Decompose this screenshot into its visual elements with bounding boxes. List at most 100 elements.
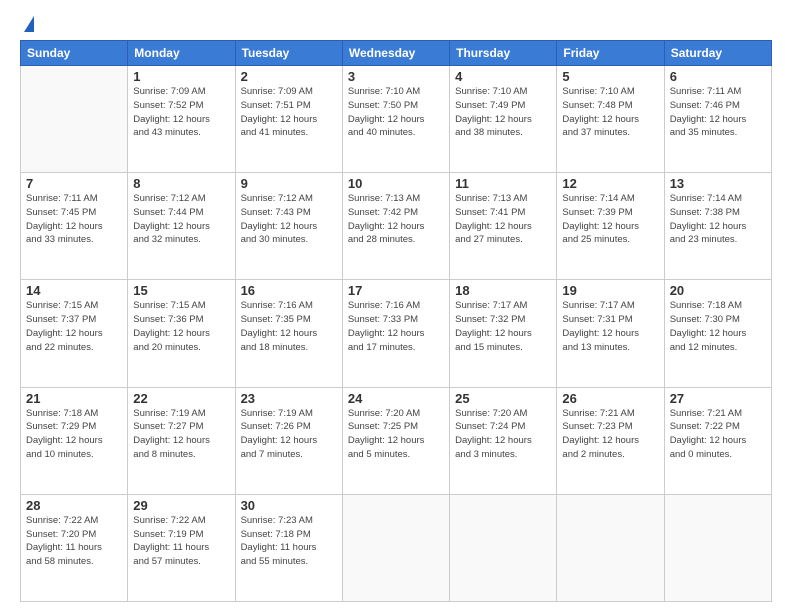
calendar-cell: 19Sunrise: 7:17 AM Sunset: 7:31 PM Dayli… xyxy=(557,280,664,387)
day-info: Sunrise: 7:17 AM Sunset: 7:31 PM Dayligh… xyxy=(562,299,658,354)
day-number: 12 xyxy=(562,176,658,191)
day-info: Sunrise: 7:10 AM Sunset: 7:49 PM Dayligh… xyxy=(455,85,551,140)
calendar-cell: 15Sunrise: 7:15 AM Sunset: 7:36 PM Dayli… xyxy=(128,280,235,387)
calendar-cell: 16Sunrise: 7:16 AM Sunset: 7:35 PM Dayli… xyxy=(235,280,342,387)
day-info: Sunrise: 7:19 AM Sunset: 7:26 PM Dayligh… xyxy=(241,407,337,462)
calendar-week-row: 7Sunrise: 7:11 AM Sunset: 7:45 PM Daylig… xyxy=(21,173,772,280)
weekday-header-friday: Friday xyxy=(557,41,664,66)
day-number: 14 xyxy=(26,283,122,298)
day-number: 3 xyxy=(348,69,444,84)
calendar-cell: 3Sunrise: 7:10 AM Sunset: 7:50 PM Daylig… xyxy=(342,66,449,173)
day-info: Sunrise: 7:12 AM Sunset: 7:44 PM Dayligh… xyxy=(133,192,229,247)
day-info: Sunrise: 7:15 AM Sunset: 7:37 PM Dayligh… xyxy=(26,299,122,354)
calendar-cell: 30Sunrise: 7:23 AM Sunset: 7:18 PM Dayli… xyxy=(235,494,342,601)
day-number: 28 xyxy=(26,498,122,513)
day-info: Sunrise: 7:14 AM Sunset: 7:38 PM Dayligh… xyxy=(670,192,766,247)
day-number: 24 xyxy=(348,391,444,406)
calendar-cell: 6Sunrise: 7:11 AM Sunset: 7:46 PM Daylig… xyxy=(664,66,771,173)
calendar-cell: 9Sunrise: 7:12 AM Sunset: 7:43 PM Daylig… xyxy=(235,173,342,280)
day-info: Sunrise: 7:20 AM Sunset: 7:25 PM Dayligh… xyxy=(348,407,444,462)
day-number: 4 xyxy=(455,69,551,84)
day-info: Sunrise: 7:18 AM Sunset: 7:29 PM Dayligh… xyxy=(26,407,122,462)
calendar-cell xyxy=(664,494,771,601)
calendar-cell: 28Sunrise: 7:22 AM Sunset: 7:20 PM Dayli… xyxy=(21,494,128,601)
logo-triangle-icon xyxy=(24,16,34,32)
logo-row1 xyxy=(20,18,34,32)
day-number: 18 xyxy=(455,283,551,298)
page: SundayMondayTuesdayWednesdayThursdayFrid… xyxy=(0,0,792,612)
calendar-cell: 1Sunrise: 7:09 AM Sunset: 7:52 PM Daylig… xyxy=(128,66,235,173)
calendar-week-row: 21Sunrise: 7:18 AM Sunset: 7:29 PM Dayli… xyxy=(21,387,772,494)
calendar-cell: 29Sunrise: 7:22 AM Sunset: 7:19 PM Dayli… xyxy=(128,494,235,601)
calendar-cell: 21Sunrise: 7:18 AM Sunset: 7:29 PM Dayli… xyxy=(21,387,128,494)
day-info: Sunrise: 7:11 AM Sunset: 7:46 PM Dayligh… xyxy=(670,85,766,140)
calendar-cell: 25Sunrise: 7:20 AM Sunset: 7:24 PM Dayli… xyxy=(450,387,557,494)
day-info: Sunrise: 7:09 AM Sunset: 7:51 PM Dayligh… xyxy=(241,85,337,140)
day-info: Sunrise: 7:23 AM Sunset: 7:18 PM Dayligh… xyxy=(241,514,337,569)
calendar-cell: 4Sunrise: 7:10 AM Sunset: 7:49 PM Daylig… xyxy=(450,66,557,173)
calendar-cell: 23Sunrise: 7:19 AM Sunset: 7:26 PM Dayli… xyxy=(235,387,342,494)
day-number: 25 xyxy=(455,391,551,406)
day-info: Sunrise: 7:11 AM Sunset: 7:45 PM Dayligh… xyxy=(26,192,122,247)
day-number: 23 xyxy=(241,391,337,406)
day-number: 30 xyxy=(241,498,337,513)
day-number: 20 xyxy=(670,283,766,298)
day-number: 29 xyxy=(133,498,229,513)
weekday-header-saturday: Saturday xyxy=(664,41,771,66)
weekday-header-thursday: Thursday xyxy=(450,41,557,66)
calendar-cell xyxy=(21,66,128,173)
day-number: 26 xyxy=(562,391,658,406)
day-number: 15 xyxy=(133,283,229,298)
day-number: 6 xyxy=(670,69,766,84)
day-info: Sunrise: 7:20 AM Sunset: 7:24 PM Dayligh… xyxy=(455,407,551,462)
day-number: 8 xyxy=(133,176,229,191)
calendar-week-row: 1Sunrise: 7:09 AM Sunset: 7:52 PM Daylig… xyxy=(21,66,772,173)
day-info: Sunrise: 7:13 AM Sunset: 7:42 PM Dayligh… xyxy=(348,192,444,247)
day-number: 5 xyxy=(562,69,658,84)
day-number: 11 xyxy=(455,176,551,191)
day-number: 17 xyxy=(348,283,444,298)
day-number: 1 xyxy=(133,69,229,84)
day-info: Sunrise: 7:10 AM Sunset: 7:50 PM Dayligh… xyxy=(348,85,444,140)
day-info: Sunrise: 7:10 AM Sunset: 7:48 PM Dayligh… xyxy=(562,85,658,140)
calendar-cell: 27Sunrise: 7:21 AM Sunset: 7:22 PM Dayli… xyxy=(664,387,771,494)
day-number: 13 xyxy=(670,176,766,191)
calendar-cell: 12Sunrise: 7:14 AM Sunset: 7:39 PM Dayli… xyxy=(557,173,664,280)
day-info: Sunrise: 7:16 AM Sunset: 7:33 PM Dayligh… xyxy=(348,299,444,354)
day-info: Sunrise: 7:13 AM Sunset: 7:41 PM Dayligh… xyxy=(455,192,551,247)
calendar-cell: 26Sunrise: 7:21 AM Sunset: 7:23 PM Dayli… xyxy=(557,387,664,494)
calendar-cell: 22Sunrise: 7:19 AM Sunset: 7:27 PM Dayli… xyxy=(128,387,235,494)
day-info: Sunrise: 7:12 AM Sunset: 7:43 PM Dayligh… xyxy=(241,192,337,247)
calendar-cell: 24Sunrise: 7:20 AM Sunset: 7:25 PM Dayli… xyxy=(342,387,449,494)
calendar-cell xyxy=(450,494,557,601)
header xyxy=(20,18,772,32)
calendar-cell: 20Sunrise: 7:18 AM Sunset: 7:30 PM Dayli… xyxy=(664,280,771,387)
calendar-week-row: 14Sunrise: 7:15 AM Sunset: 7:37 PM Dayli… xyxy=(21,280,772,387)
calendar-cell xyxy=(342,494,449,601)
day-info: Sunrise: 7:14 AM Sunset: 7:39 PM Dayligh… xyxy=(562,192,658,247)
day-info: Sunrise: 7:22 AM Sunset: 7:19 PM Dayligh… xyxy=(133,514,229,569)
day-info: Sunrise: 7:18 AM Sunset: 7:30 PM Dayligh… xyxy=(670,299,766,354)
logo xyxy=(20,18,34,32)
day-number: 10 xyxy=(348,176,444,191)
calendar-cell: 14Sunrise: 7:15 AM Sunset: 7:37 PM Dayli… xyxy=(21,280,128,387)
weekday-header-wednesday: Wednesday xyxy=(342,41,449,66)
day-info: Sunrise: 7:16 AM Sunset: 7:35 PM Dayligh… xyxy=(241,299,337,354)
weekday-header-monday: Monday xyxy=(128,41,235,66)
day-info: Sunrise: 7:21 AM Sunset: 7:23 PM Dayligh… xyxy=(562,407,658,462)
day-info: Sunrise: 7:22 AM Sunset: 7:20 PM Dayligh… xyxy=(26,514,122,569)
calendar-cell: 7Sunrise: 7:11 AM Sunset: 7:45 PM Daylig… xyxy=(21,173,128,280)
day-info: Sunrise: 7:17 AM Sunset: 7:32 PM Dayligh… xyxy=(455,299,551,354)
calendar-cell: 18Sunrise: 7:17 AM Sunset: 7:32 PM Dayli… xyxy=(450,280,557,387)
calendar-cell: 8Sunrise: 7:12 AM Sunset: 7:44 PM Daylig… xyxy=(128,173,235,280)
calendar-cell: 10Sunrise: 7:13 AM Sunset: 7:42 PM Dayli… xyxy=(342,173,449,280)
calendar-cell: 13Sunrise: 7:14 AM Sunset: 7:38 PM Dayli… xyxy=(664,173,771,280)
calendar-cell xyxy=(557,494,664,601)
calendar-cell: 17Sunrise: 7:16 AM Sunset: 7:33 PM Dayli… xyxy=(342,280,449,387)
calendar-table: SundayMondayTuesdayWednesdayThursdayFrid… xyxy=(20,40,772,602)
day-info: Sunrise: 7:09 AM Sunset: 7:52 PM Dayligh… xyxy=(133,85,229,140)
calendar-header-row: SundayMondayTuesdayWednesdayThursdayFrid… xyxy=(21,41,772,66)
day-info: Sunrise: 7:19 AM Sunset: 7:27 PM Dayligh… xyxy=(133,407,229,462)
day-number: 22 xyxy=(133,391,229,406)
calendar-cell: 5Sunrise: 7:10 AM Sunset: 7:48 PM Daylig… xyxy=(557,66,664,173)
